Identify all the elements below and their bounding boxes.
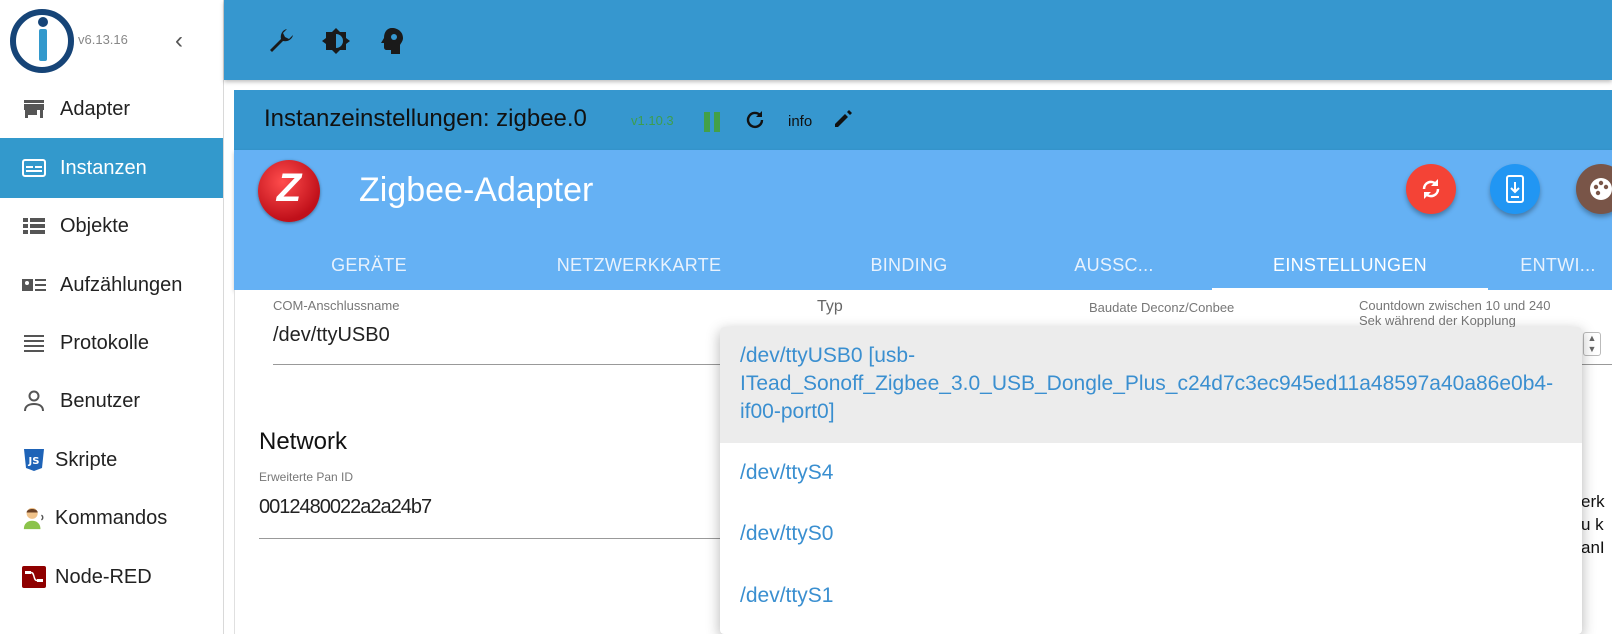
- pan-id-input[interactable]: 0012480022a2a24b7: [259, 496, 432, 519]
- dropdown-option[interactable]: /dev/ttyS1: [720, 565, 1582, 627]
- sidebar-item-instanzen[interactable]: Instanzen: [0, 138, 223, 198]
- tab-binding[interactable]: BINDING: [774, 240, 1044, 290]
- user-icon: [22, 389, 46, 413]
- sidebar-item-protokolle[interactable]: Protokolle: [0, 313, 223, 373]
- network-heading: Network: [259, 428, 348, 455]
- sidebar-item-skripte[interactable]: JS Skripte: [0, 430, 223, 490]
- sidebar-item-node-red[interactable]: Node-RED: [0, 547, 223, 607]
- sidebar-item-label: Node-RED: [55, 565, 152, 588]
- sidebar-item-benutzer[interactable]: Benutzer: [0, 371, 223, 431]
- com-port-dropdown: /dev/ttyUSB0 [usb-ITead_Sonoff_Zigbee_3.…: [720, 327, 1582, 634]
- info-link[interactable]: info: [788, 113, 812, 130]
- sidebar-item-label: Kommandos: [55, 506, 168, 529]
- com-port-input[interactable]: /dev/ttyUSB0: [273, 324, 390, 347]
- pause-icon[interactable]: [704, 112, 722, 132]
- top-toolbar: [224, 0, 1612, 80]
- chevron-left-icon[interactable]: ‹: [175, 29, 183, 53]
- instance-version: v1.10.3: [631, 113, 674, 128]
- pencil-icon[interactable]: [832, 108, 854, 135]
- sidebar-item-aufzaehlungen[interactable]: Aufzählungen: [0, 255, 223, 315]
- sidebar-item-kommandos[interactable]: Kommandos: [0, 488, 223, 548]
- sidebar-item-label: Objekte: [60, 214, 129, 237]
- tab-netzwerkkarte[interactable]: NETZWERKKARTE: [504, 240, 774, 290]
- sidebar-item-adapter[interactable]: Adapter: [0, 79, 223, 139]
- sidebar-item-label: Aufzählungen: [60, 273, 183, 296]
- tab-ausschluss[interactable]: AUSSC...: [1044, 240, 1184, 290]
- store-icon: [22, 97, 46, 121]
- enum-icon: [22, 273, 46, 297]
- tab-einstellungen[interactable]: EINSTELLUNGEN: [1212, 240, 1488, 290]
- brightness-icon[interactable]: [319, 24, 353, 58]
- adapter-title: Zigbee-Adapter: [359, 171, 594, 209]
- adapter-header: Z Zigbee-Adapter GERÄTE NETZWERKKARTE BI…: [234, 150, 1612, 290]
- app-version: v6.13.16: [78, 32, 128, 47]
- instances-icon: [22, 156, 46, 180]
- palette-button[interactable]: [1576, 164, 1612, 214]
- sidebar-item-label: Skripte: [55, 448, 118, 471]
- tab-geraete[interactable]: GERÄTE: [234, 240, 504, 290]
- countdown-label: Countdown zwischen 10 und 240 Sek währen…: [1359, 298, 1551, 328]
- list-icon: [22, 214, 46, 238]
- node-red-icon: [22, 565, 46, 589]
- clipped-text: erk u k anI: [1581, 492, 1605, 557]
- avatar-icon: [22, 506, 46, 530]
- pan-id-label: Erweiterte Pan ID: [259, 470, 354, 484]
- wrench-icon[interactable]: [264, 24, 298, 58]
- instance-header: Instanzeinstellungen: zigbee.0 v1.10.3 i…: [234, 90, 1612, 150]
- log-icon: [22, 331, 46, 355]
- pan-id-underline: [259, 538, 729, 539]
- dropdown-option[interactable]: /dev/ttyS4: [720, 443, 1582, 503]
- reload-icon[interactable]: [743, 108, 767, 139]
- sidebar-item-label: Adapter: [60, 97, 131, 120]
- com-port-label: COM-Anschlussname: [273, 298, 400, 313]
- dropdown-option[interactable]: /dev/ttyUSB0 [usb-ITead_Sonoff_Zigbee_3.…: [720, 327, 1582, 443]
- sidebar-item-label: Benutzer: [60, 389, 141, 412]
- baudrate-label: Baudate Deconz/Conbee: [1089, 300, 1235, 315]
- dropdown-option[interactable]: /dev/ttyS0: [720, 503, 1582, 565]
- iobroker-logo[interactable]: [10, 9, 74, 73]
- expert-mode-icon[interactable]: [376, 24, 410, 58]
- sidebar-item-label: Protokolle: [60, 331, 149, 354]
- sidebar: v6.13.16 ‹ Adapter Instanzen Objekte Auf…: [0, 0, 224, 634]
- countdown-stepper[interactable]: ▲ ▼: [1583, 332, 1601, 356]
- tab-entwickler[interactable]: ENTWI...: [1504, 240, 1612, 290]
- svg-text:JS: JS: [28, 456, 40, 467]
- sidebar-item-label: Instanzen: [60, 156, 147, 179]
- download-button[interactable]: [1490, 164, 1540, 214]
- instance-title: Instanzeinstellungen: zigbee.0: [264, 105, 587, 132]
- zigbee-logo: Z: [258, 160, 320, 222]
- typ-label: Typ: [817, 298, 843, 315]
- sidebar-item-objekte[interactable]: Objekte: [0, 196, 223, 256]
- restart-button[interactable]: [1406, 164, 1456, 214]
- js-icon: JS: [22, 448, 46, 472]
